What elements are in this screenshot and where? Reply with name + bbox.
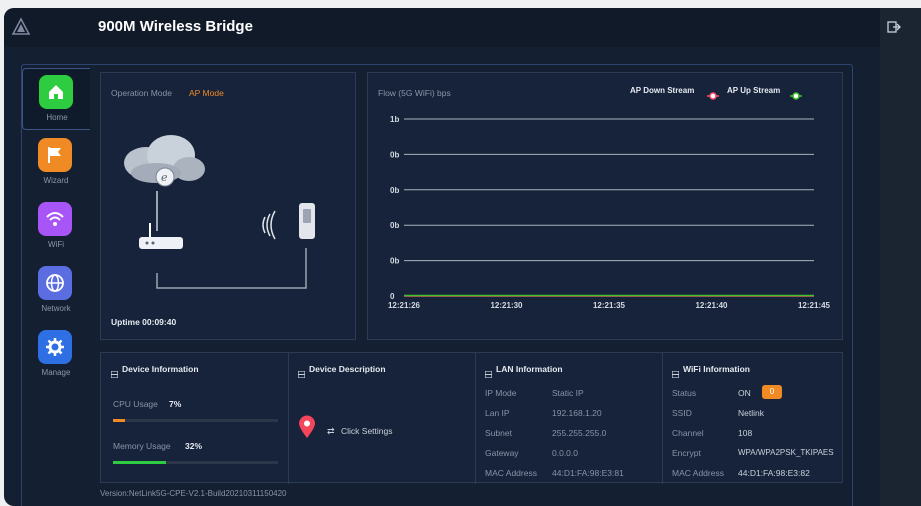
wifi-key: MAC Address (672, 468, 724, 478)
lan-key: Gateway (485, 448, 519, 458)
operation-mode-panel: Operation Mode AP Mode e Uptime 00:09:40 (100, 72, 356, 340)
x-tick-label: 12:21:45 (798, 301, 831, 310)
sidebar-item-home[interactable]: Home (22, 68, 90, 130)
cpu-usage-bar (113, 419, 278, 422)
sidebar-item-label: Home (46, 113, 68, 122)
operation-mode-value: AP Mode (189, 88, 224, 98)
memory-usage-label: Memory Usage (113, 441, 171, 451)
wifi-icon (38, 202, 72, 236)
right-strip (880, 8, 921, 506)
wifi-value: WPA/WPA2PSK_TKIPAES (738, 448, 834, 457)
lan-value: 192.168.1.20 (552, 408, 602, 418)
sidebar-item-label: Manage (41, 368, 71, 377)
sidebar-item-label: WiFi (48, 240, 64, 249)
sidebar-item-label: Wizard (43, 176, 69, 185)
gear-icon (38, 330, 72, 364)
lan-key: MAC Address (485, 468, 537, 478)
lan-value: 255.255.255.0 (552, 428, 607, 438)
y-tick-label: 0b (390, 150, 399, 159)
logo-icon (11, 17, 31, 35)
memory-usage-fill (113, 461, 166, 464)
flow-chart-panel: Flow (5G WiFi) bps AP Down Stream AP Up … (367, 72, 843, 340)
click-settings-label: Click Settings (341, 426, 393, 436)
signal-icon (262, 210, 276, 240)
device-desc-title: Device Description (309, 364, 386, 374)
y-tick-label: 1b (390, 115, 399, 124)
y-tick-label: 0b (390, 221, 399, 230)
y-tick-label: 0b (390, 257, 399, 266)
sidebar-item-wifi[interactable]: WiFi (22, 196, 90, 258)
location-pin-icon (299, 415, 315, 438)
wifi-info-title: WiFi Information (683, 364, 750, 374)
app-title: 900M Wireless Bridge (98, 18, 253, 35)
wifi-key: Status (672, 388, 697, 398)
lan-value: Static IP (552, 388, 584, 398)
lan-info-title: LAN Information (496, 364, 563, 374)
section-icon (297, 365, 306, 379)
wifi-value: 44:D1:FA:98:E3:82 (738, 468, 810, 478)
x-tick-label: 12:21:35 (593, 301, 626, 310)
home-icon (39, 75, 73, 109)
memory-usage-value: 32% (185, 441, 203, 451)
globe-icon (38, 266, 72, 300)
wifi-key: Encrypt (672, 448, 701, 458)
sidebar-item-manage[interactable]: Manage (22, 324, 90, 386)
x-tick-label: 12:21:40 (695, 301, 728, 310)
section-icon (484, 365, 493, 379)
sidebar-item-label: Network (41, 304, 71, 313)
cpu-usage-value: 7% (169, 399, 182, 409)
y-tick-label: 0 (390, 292, 395, 301)
app-window: 900M Wireless Bridge Home Wizard WiFi Ne… (4, 8, 921, 506)
flag-icon (38, 138, 72, 172)
x-tick-label: 12:21:26 (388, 301, 421, 310)
info-panel: Device Information CPU Usage 7% Memory U… (100, 352, 843, 484)
lan-value: 0.0.0.0 (552, 448, 578, 458)
device-info-title: Device Information (122, 364, 199, 374)
x-tick-label: 12:21:30 (490, 301, 523, 310)
version-text: Version:NetLink5G-CPE-V2.1-Build20210311… (100, 489, 287, 498)
lan-key: Lan IP (485, 408, 510, 418)
sidebar-item-wizard[interactable]: Wizard (22, 132, 90, 194)
swap-icon: ⇄ (327, 426, 335, 436)
wifi-status-value: ON (738, 388, 751, 398)
topology-diagram: e (124, 135, 315, 289)
lan-value: 44:D1:FA:98:E3:81 (552, 468, 624, 478)
divider (288, 353, 289, 484)
click-settings-link[interactable]: ⇄ Click Settings (327, 421, 393, 436)
sidebar-item-network[interactable]: Network (22, 260, 90, 322)
logout-icon[interactable] (887, 20, 901, 34)
wifi-key: SSID (672, 408, 692, 418)
divider (662, 353, 663, 484)
wifi-key: Channel (672, 428, 704, 438)
divider (475, 353, 476, 484)
lan-key: Subnet (485, 428, 512, 438)
svg-text:e: e (161, 171, 168, 184)
uptime-text: Uptime 00:09:40 (111, 317, 177, 327)
cloud-icon: e (124, 135, 205, 187)
operation-mode-label: Operation Mode (111, 88, 172, 98)
wifi-status-badge[interactable]: 0 (762, 385, 782, 399)
router-icon (139, 223, 183, 249)
y-tick-label: 0b (390, 186, 399, 195)
cpu-usage-label: CPU Usage (113, 399, 158, 409)
wifi-value: Netlink (738, 408, 764, 418)
wifi-value: 108 (738, 428, 753, 438)
lan-key: IP Mode (485, 388, 517, 398)
flow-chart: 1b 0b 0b 0b 0b 012:21:26 12:21:30 12:21:35 12:21… (388, 115, 831, 310)
section-icon (671, 365, 680, 379)
memory-usage-bar (113, 461, 278, 464)
cpu-usage-fill (113, 419, 125, 422)
cpe-antenna-icon (299, 203, 315, 239)
top-bar: 900M Wireless Bridge (4, 8, 921, 47)
section-icon (110, 365, 119, 379)
